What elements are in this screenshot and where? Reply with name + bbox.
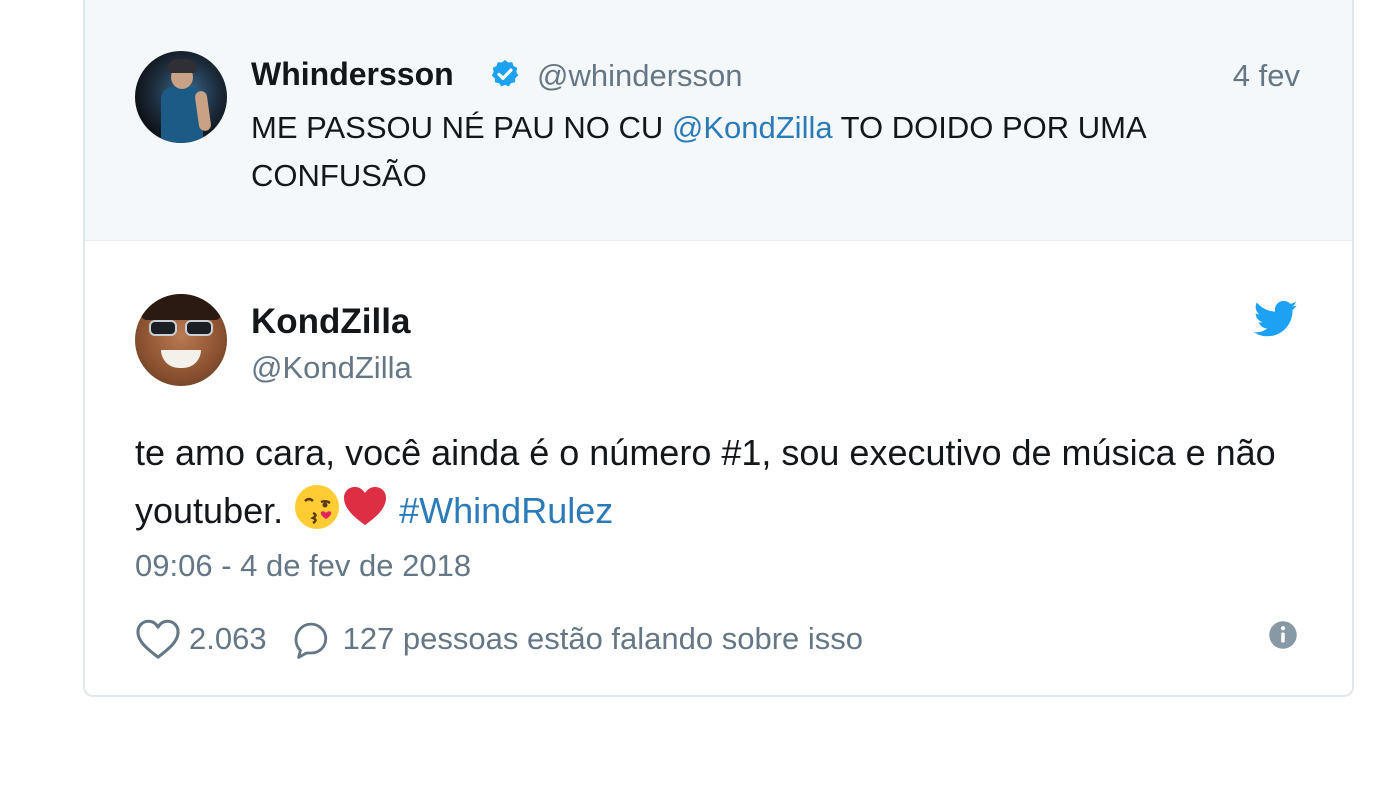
tweet-author-name[interactable]: KondZilla (251, 302, 410, 342)
quoted-tweet-date[interactable]: 4 fev (1233, 58, 1300, 94)
twitter-bird-icon[interactable] (1254, 300, 1298, 338)
tweet-author-handle[interactable]: @KondZilla (251, 350, 412, 386)
kondzilla-avatar[interactable] (135, 294, 227, 386)
red-heart-icon (344, 487, 387, 525)
info-icon[interactable] (1268, 620, 1298, 650)
mention-link[interactable]: @KondZilla (672, 110, 833, 145)
like-heart-icon[interactable] (135, 618, 181, 660)
reply-bubble-icon[interactable] (289, 618, 331, 660)
whindersson-avatar[interactable] (135, 51, 227, 143)
tweet-text: te amo cara, você ainda é o número #1, s… (135, 424, 1285, 540)
hashtag-link[interactable]: #WhindRulez (399, 490, 613, 531)
verified-badge-icon (491, 60, 519, 87)
embedded-tweet-card: Whindersson @whindersson 4 fev ME PASSOU… (83, 0, 1354, 697)
quoted-text-before: ME PASSOU NÉ PAU NO CU (251, 110, 672, 145)
tweet-timestamp[interactable]: 09:06 - 4 de fev de 2018 (135, 548, 471, 584)
quoted-author-handle[interactable]: @whindersson (537, 58, 743, 94)
quoted-tweet-text: ME PASSOU NÉ PAU NO CU @KondZilla TO DOI… (251, 104, 1311, 200)
quoted-tweet[interactable]: Whindersson @whindersson 4 fev ME PASSOU… (85, 0, 1352, 241)
like-count[interactable]: 2.063 (189, 621, 267, 657)
tweet-actions: 2.063 127 pessoas estão falando sobre is… (135, 617, 863, 661)
quoted-author-name[interactable]: Whindersson (251, 56, 454, 93)
kissing-face-icon (295, 485, 340, 529)
reply-summary[interactable]: 127 pessoas estão falando sobre isso (343, 621, 863, 657)
